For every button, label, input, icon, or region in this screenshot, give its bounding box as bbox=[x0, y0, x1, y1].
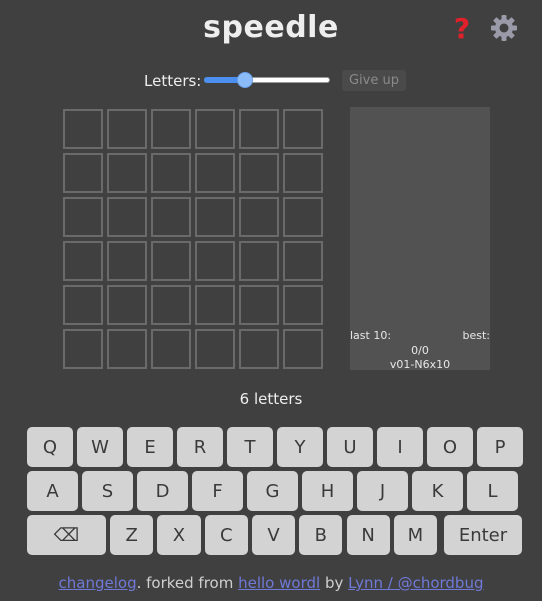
grid-cell bbox=[195, 153, 235, 193]
grid-cell bbox=[195, 285, 235, 325]
grid-cell bbox=[63, 197, 103, 237]
grid-cell bbox=[283, 329, 323, 369]
key-j[interactable]: J bbox=[357, 471, 408, 511]
changelog-link[interactable]: changelog bbox=[59, 574, 137, 592]
key-y[interactable]: Y bbox=[277, 427, 323, 467]
gear-icon[interactable] bbox=[489, 13, 519, 43]
grid-cell bbox=[195, 329, 235, 369]
grid-cell bbox=[63, 241, 103, 281]
grid-cell bbox=[283, 153, 323, 193]
grid-cell bbox=[151, 285, 191, 325]
letters-control-row: Letters: Give up bbox=[0, 70, 542, 92]
enter-key[interactable]: Enter bbox=[444, 515, 522, 555]
key-m[interactable]: M bbox=[393, 515, 438, 555]
grid-cell bbox=[195, 109, 235, 149]
grid-cell bbox=[239, 241, 279, 281]
key-g[interactable]: G bbox=[247, 471, 298, 511]
grid-cell bbox=[151, 241, 191, 281]
grid-cell bbox=[283, 109, 323, 149]
key-s[interactable]: S bbox=[82, 471, 133, 511]
letters-label: Letters: bbox=[144, 72, 202, 90]
grid-cell bbox=[107, 285, 147, 325]
grid-cell bbox=[195, 241, 235, 281]
key-c[interactable]: C bbox=[204, 515, 248, 555]
stats-panel: last 10: best: 0/0 v01-N6x10 bbox=[350, 107, 491, 371]
grid-cell bbox=[239, 197, 279, 237]
letters-count: 6 letters bbox=[239, 390, 303, 408]
grid-cell bbox=[107, 109, 147, 149]
give-up-button[interactable]: Give up bbox=[342, 70, 406, 91]
grid-cell bbox=[63, 329, 103, 369]
key-k[interactable]: K bbox=[412, 471, 463, 511]
grid-cell bbox=[107, 153, 147, 193]
grid-cell bbox=[239, 109, 279, 149]
key-b[interactable]: B bbox=[299, 515, 343, 555]
grid-cell bbox=[107, 241, 147, 281]
grid-cell bbox=[239, 329, 279, 369]
grid-cell bbox=[151, 109, 191, 149]
grid-cell bbox=[151, 329, 191, 369]
key-a[interactable]: A bbox=[27, 471, 78, 511]
key-n[interactable]: N bbox=[346, 515, 390, 555]
grid-cell bbox=[283, 241, 323, 281]
key-i[interactable]: I bbox=[377, 427, 423, 467]
score-value: 0/0 bbox=[411, 344, 429, 357]
author-link[interactable]: Lynn / @chordbug bbox=[348, 574, 483, 592]
grid-cell bbox=[151, 197, 191, 237]
grid-cell bbox=[63, 153, 103, 193]
grid-cell bbox=[239, 153, 279, 193]
key-e[interactable]: E bbox=[127, 427, 173, 467]
key-t[interactable]: T bbox=[227, 427, 273, 467]
key-x[interactable]: X bbox=[157, 515, 201, 555]
footer: changelog. forked from hello wordl by Ly… bbox=[0, 574, 542, 592]
key-h[interactable]: H bbox=[302, 471, 353, 511]
key-z[interactable]: Z bbox=[110, 515, 154, 555]
footer-text-by: by bbox=[320, 574, 349, 592]
grid-cell bbox=[107, 197, 147, 237]
footer-text-forked: . forked from bbox=[136, 574, 239, 592]
grid-cell bbox=[107, 329, 147, 369]
grid-cell bbox=[151, 153, 191, 193]
version-label: v01-N6x10 bbox=[389, 358, 451, 371]
hello-wordl-link[interactable]: hello wordl bbox=[238, 574, 320, 592]
grid-cell bbox=[239, 285, 279, 325]
key-o[interactable]: O bbox=[427, 427, 473, 467]
grid-cell bbox=[283, 285, 323, 325]
guess-grid bbox=[63, 109, 323, 369]
key-r[interactable]: R bbox=[177, 427, 223, 467]
key-v[interactable]: V bbox=[251, 515, 296, 555]
key-p[interactable]: P bbox=[477, 427, 523, 467]
key-f[interactable]: F bbox=[192, 471, 243, 511]
grid-cell bbox=[63, 285, 103, 325]
key-l[interactable]: L bbox=[467, 471, 518, 511]
grid-cell bbox=[283, 197, 323, 237]
slider-thumb[interactable] bbox=[237, 72, 253, 88]
grid-cell bbox=[195, 197, 235, 237]
backspace-key[interactable]: ⌫ bbox=[27, 515, 106, 555]
key-u[interactable]: U bbox=[327, 427, 373, 467]
question-mark-icon[interactable]: ? bbox=[449, 13, 475, 45]
key-q[interactable]: Q bbox=[27, 427, 73, 467]
key-w[interactable]: W bbox=[77, 427, 123, 467]
key-d[interactable]: D bbox=[137, 471, 188, 511]
best-label: best: bbox=[462, 329, 491, 342]
last-10-label: last 10: bbox=[350, 329, 392, 342]
grid-cell bbox=[63, 109, 103, 149]
letters-slider[interactable] bbox=[204, 72, 330, 88]
